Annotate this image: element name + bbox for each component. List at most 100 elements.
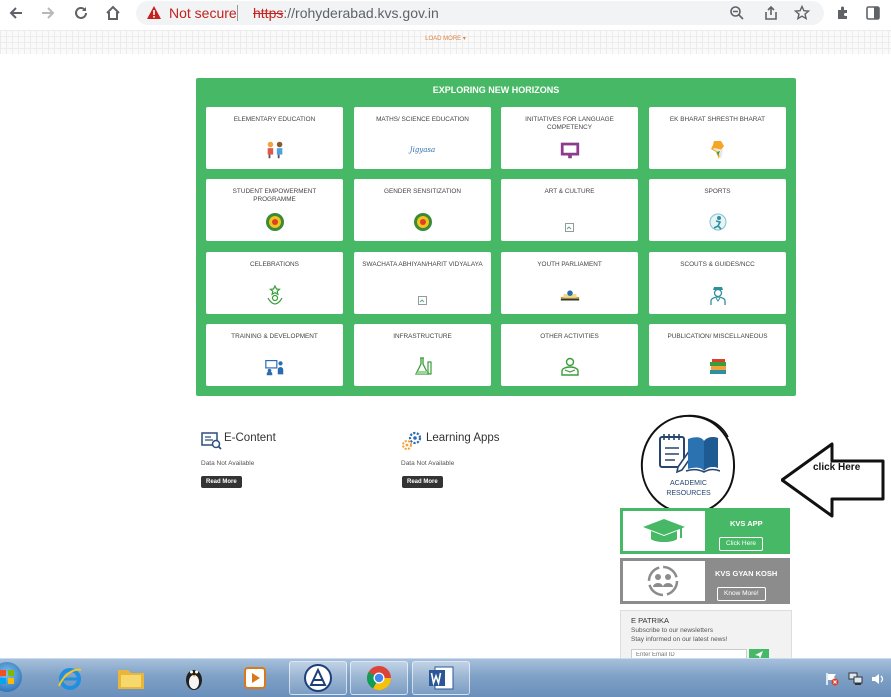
taskbar-linux-app[interactable] (165, 661, 223, 695)
learning-apps-note: Data Not Available (401, 460, 455, 467)
academic-resources-link[interactable]: ACADEMIC RESOURCES (640, 413, 737, 515)
nic-logo-icon (304, 664, 332, 692)
taskbar-file-explorer[interactable] (102, 661, 160, 695)
gears-icon (401, 431, 423, 456)
card-youth-parliament[interactable]: YOUTH PARLIAMENT (501, 252, 638, 314)
people-circle-icon (647, 565, 679, 597)
card-maths-science-education[interactable]: MATHS/ SCIENCE EDUCATION Jigyasa (354, 107, 491, 169)
academic-resources-label: ACADEMIC RESOURCES (640, 479, 737, 499)
training-icon (264, 356, 286, 378)
academic-label-line1: ACADEMIC (670, 480, 707, 487)
forward-button[interactable] (37, 2, 59, 24)
card-label: INITIATIVES FOR LANGUAGE COMPETENCY (525, 116, 614, 132)
books-stack-icon (707, 356, 729, 378)
kvs-gyan-kosh-title: KVS GYAN KOSH (715, 569, 778, 578)
language-board-icon (559, 139, 581, 161)
academic-label-line2: RESOURCES (666, 490, 711, 497)
url-scheme: https (253, 5, 284, 21)
internet-explorer-icon (58, 668, 82, 690)
media-player-icon (244, 667, 266, 689)
card-label: ELEMENTARY EDUCATION (233, 116, 316, 123)
gyan-kosh-icon-panel (623, 561, 705, 601)
taskbar-media-player[interactable] (226, 661, 284, 695)
children-icon (264, 139, 286, 161)
home-icon (106, 5, 120, 20)
load-more-link[interactable]: LOAD MORE ▾ (0, 35, 891, 42)
action-center-icon[interactable] (824, 672, 840, 686)
panel-title: EXPLORING NEW HORIZONS (432, 85, 560, 95)
card-art-culture[interactable]: ART & CULTURE (501, 179, 638, 241)
taskbar-chrome[interactable] (350, 661, 408, 695)
card-other-activities[interactable]: OTHER ACTIVITIES (501, 324, 638, 386)
learning-apps-read-more-button[interactable]: Read More (402, 476, 443, 488)
card-label: SWACHATA ABHIYAN/HARIT VIDYALAYA (362, 261, 483, 268)
card-student-empowerment[interactable]: STUDENT EMPOWERMENT PROGRAMME (206, 179, 343, 241)
e-patrika-subscribe-text: Subscribe to our newsletters (631, 627, 714, 634)
card-label: TRAINING & DEVELOPMENT (231, 333, 318, 340)
folder-icon (118, 670, 144, 689)
windows-logo-icon (0, 670, 14, 684)
security-label[interactable]: Not secure (169, 5, 237, 21)
side-panel-button[interactable] (862, 2, 884, 24)
card-infrastructure[interactable]: INFRASTRUCTURE (354, 324, 491, 386)
lab-flask-icon (412, 356, 434, 378)
warning-icon[interactable] (146, 5, 162, 25)
kvs-app-box[interactable]: KVS APP Click Here (620, 508, 790, 554)
taskbar-word[interactable] (412, 661, 470, 695)
address-bar[interactable]: Not secure https://rohyderabad.kvs.gov.i… (136, 1, 824, 25)
share-icon[interactable] (760, 2, 782, 24)
card-gender-sensitization[interactable]: GENDER SENSITIZATION (354, 179, 491, 241)
card-scouts-guides-ncc[interactable]: SCOUTS & GUIDES/NCC (649, 252, 786, 314)
network-icon[interactable] (848, 672, 864, 686)
browser-toolbar: Not secure https://rohyderabad.kvs.gov.i… (0, 0, 891, 26)
broken-image-icon (412, 289, 434, 311)
back-button[interactable] (5, 2, 27, 24)
e-content-read-more-button[interactable]: Read More (201, 476, 242, 488)
zoom-icon[interactable] (726, 2, 748, 24)
e-patrika-title: E PATRIKA (631, 616, 670, 625)
e-content-icon (201, 432, 222, 455)
graduation-cap-icon (643, 519, 685, 542)
url-text[interactable]: https://rohyderabad.kvs.gov.in (253, 5, 439, 21)
card-training-development[interactable]: TRAINING & DEVELOPMENT (206, 324, 343, 386)
bookmark-star-icon[interactable] (791, 2, 813, 24)
kvs-gyan-kosh-know-more-button[interactable]: Know More! (717, 587, 766, 601)
card-ek-bharat[interactable]: EK BHARAT SHRESTH BHARAT (649, 107, 786, 169)
card-swachata-abhiyan[interactable]: SWACHATA ABHIYAN/HARIT VIDYALAYA (354, 252, 491, 314)
kvs-gyan-kosh-box[interactable]: KVS GYAN KOSH Know More! (620, 558, 790, 604)
exploring-new-horizons-panel: EXPLORING NEW HORIZONS ELEMENTARY EDUCAT… (196, 78, 796, 396)
windows-taskbar (0, 658, 891, 697)
url-host: ://rohyderabad.kvs.gov.in (283, 5, 439, 21)
kvs-app-click-here-button[interactable]: Click Here (719, 537, 763, 551)
extensions-button[interactable] (832, 2, 854, 24)
broken-image-icon (559, 216, 581, 238)
sports-icon (707, 211, 729, 233)
parliament-icon (559, 284, 581, 306)
e-patrika-box: E PATRIKA Subscribe to our newsletters S… (620, 610, 792, 661)
card-label: SPORTS (704, 188, 731, 195)
forward-arrow-icon (42, 7, 55, 19)
card-language-competency[interactable]: INITIATIVES FOR LANGUAGE COMPETENCY (501, 107, 638, 169)
card-publication-miscellaneous[interactable]: PUBLICATION/ MISCELLANEOUS (649, 324, 786, 386)
back-arrow-icon (9, 7, 22, 19)
card-elementary-education[interactable]: ELEMENTARY EDUCATION (206, 107, 343, 169)
e-content-note: Data Not Available (201, 460, 255, 467)
taskbar-nic-app[interactable] (289, 661, 347, 695)
card-label: PUBLICATION/ MISCELLANEOUS (667, 333, 768, 340)
volume-icon[interactable] (870, 672, 886, 686)
notebook-book-icon (659, 434, 720, 474)
start-button[interactable] (0, 662, 22, 692)
card-sports[interactable]: SPORTS (649, 179, 786, 241)
annotation-arrow-icon (781, 442, 885, 518)
empowerment-emblem-icon (264, 211, 286, 233)
card-label: OTHER ACTIVITIES (540, 333, 599, 340)
reload-button[interactable] (70, 2, 92, 24)
card-label: SCOUTS & GUIDES/NCC (680, 261, 755, 268)
card-label: YOUTH PARLIAMENT (537, 261, 602, 268)
e-patrika-informed-text: Stay informed on our latest news! (631, 636, 728, 643)
home-button[interactable] (102, 2, 124, 24)
card-celebrations[interactable]: CELEBRATIONS (206, 252, 343, 314)
chrome-icon (366, 666, 391, 691)
taskbar-internet-explorer[interactable] (41, 661, 99, 695)
card-label: EK BHARAT SHRESTH BHARAT (669, 116, 766, 123)
